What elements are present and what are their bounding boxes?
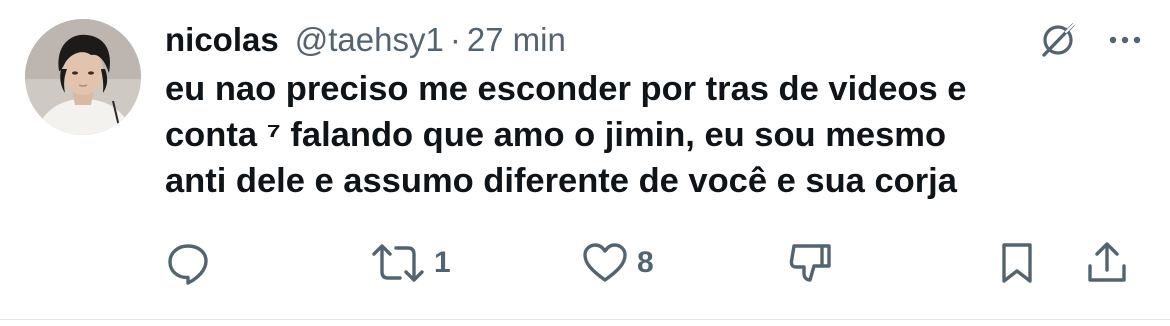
like-count: 8 [637, 246, 654, 279]
dislike-button[interactable] [786, 238, 842, 288]
tweet-text-line: conta ⁷ falando que amo o jimin, eu sou … [165, 116, 947, 154]
separator-dot: · [449, 21, 461, 58]
share-button[interactable] [1084, 238, 1138, 288]
grok-icon[interactable] [1036, 18, 1080, 62]
retweet-icon [370, 240, 426, 286]
like-button[interactable]: 8 [581, 238, 654, 288]
heart-icon [581, 240, 629, 286]
tweet-top-actions [1036, 18, 1142, 62]
reply-icon [165, 240, 211, 286]
tweet-header: nicolas @taehsy1 · 27 min [165, 18, 566, 62]
bookmark-button[interactable] [997, 238, 1045, 288]
tweet-text: eu nao preciso me esconder por tras de v… [165, 66, 1125, 204]
tweet-text-line: eu nao preciso me esconder por tras de v… [165, 70, 967, 108]
more-icon[interactable] [1108, 35, 1142, 45]
reply-button[interactable] [165, 238, 219, 288]
tweet[interactable]: nicolas @taehsy1 · 27 min eu nao preciso… [0, 0, 1170, 320]
tweet-text-line: anti dele e assumo diferente de você e s… [165, 162, 957, 200]
share-icon [1084, 240, 1130, 286]
retweet-button[interactable]: 1 [370, 238, 451, 288]
retweet-count: 1 [434, 246, 451, 279]
tweet-divider [0, 319, 1170, 320]
display-name[interactable]: nicolas [165, 18, 279, 62]
timestamp[interactable]: 27 min [467, 18, 566, 62]
dislike-icon [786, 240, 834, 286]
tweet-action-bar: 1 8 [0, 238, 1170, 288]
user-handle[interactable]: @taehsy1 [295, 18, 444, 62]
avatar[interactable] [25, 19, 141, 135]
bookmark-icon [997, 240, 1037, 286]
